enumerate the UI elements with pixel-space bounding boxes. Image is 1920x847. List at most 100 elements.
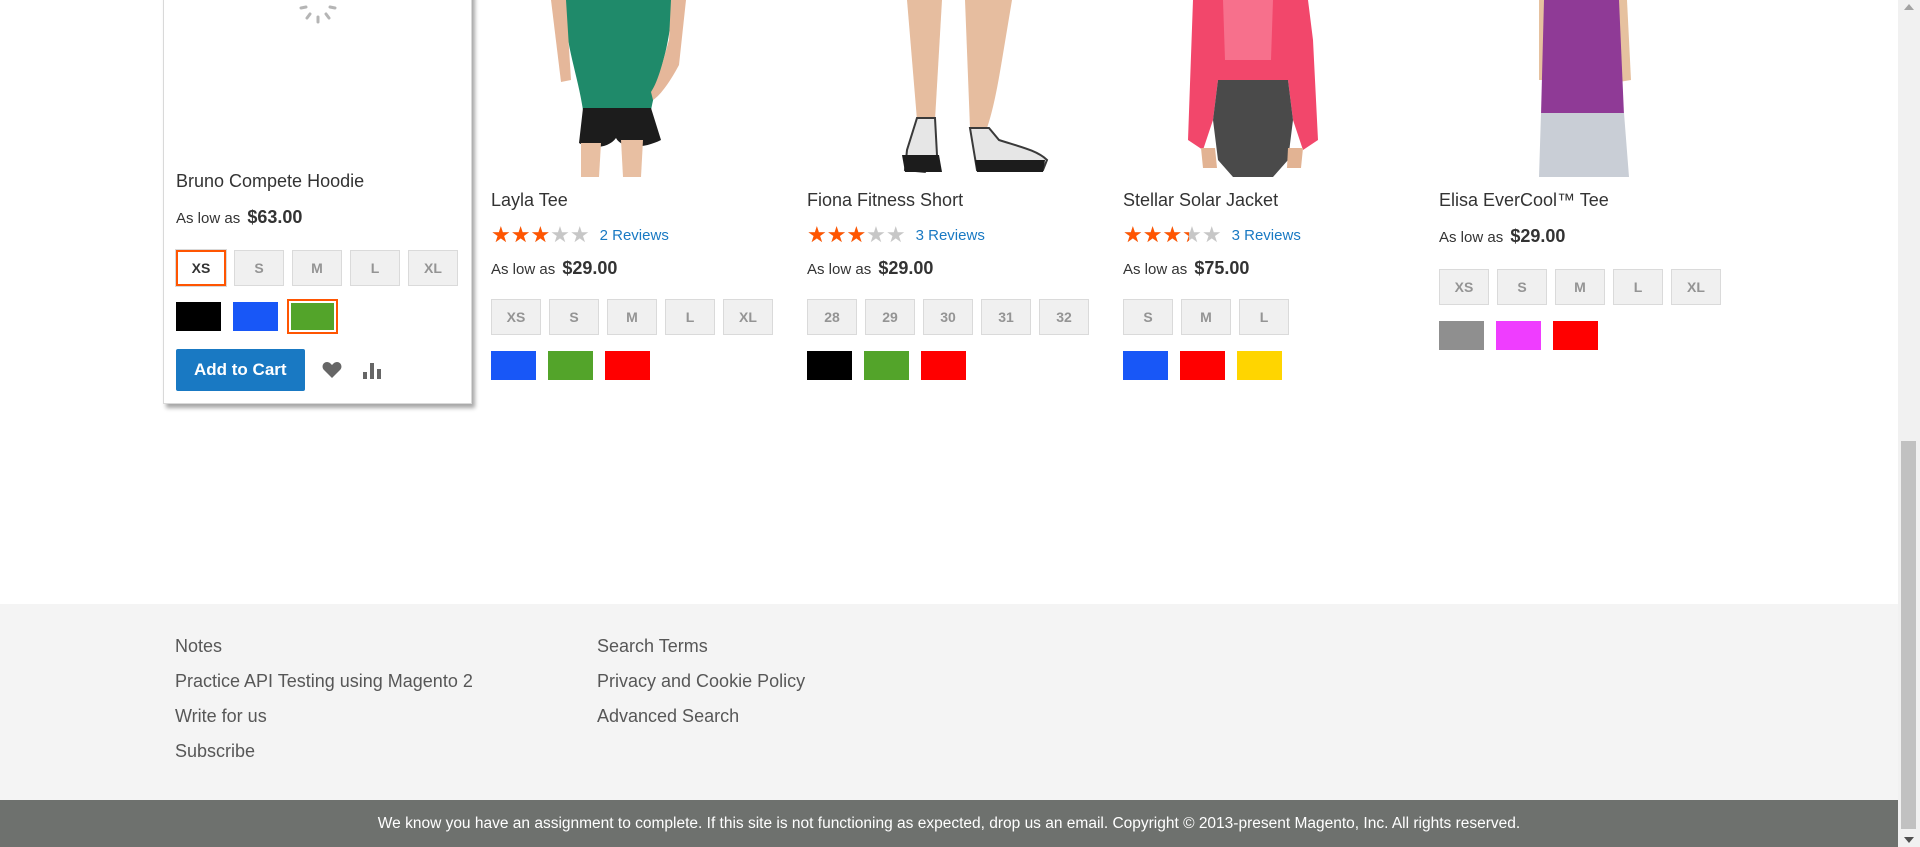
reviews-link[interactable]: 2 Reviews — [600, 227, 669, 244]
color-swatch[interactable] — [864, 351, 909, 380]
product-name[interactable]: Fiona Fitness Short — [807, 190, 1107, 214]
product-item[interactable]: Stellar Solar Jacket ★★★★★★★★★★ 3 Review… — [1123, 0, 1423, 380]
color-swatch[interactable] — [176, 302, 221, 331]
size-option[interactable]: XS — [175, 249, 227, 287]
color-swatch[interactable] — [1123, 351, 1168, 380]
footer-link[interactable]: Notes — [175, 634, 473, 669]
size-option[interactable]: M — [292, 250, 342, 286]
color-swatch[interactable] — [491, 351, 536, 380]
size-option[interactable]: L — [1613, 269, 1663, 305]
color-swatch[interactable] — [1553, 321, 1598, 350]
color-swatches — [491, 351, 791, 380]
footer-link[interactable]: Advanced Search — [597, 704, 805, 739]
size-option[interactable]: M — [607, 299, 657, 335]
product-item[interactable]: Layla Tee ★★★★★★★★★★ 2 Reviews As low as… — [491, 0, 791, 380]
loading-spinner-icon — [299, 5, 337, 24]
color-swatch[interactable] — [287, 299, 338, 334]
footer-link[interactable]: Practice API Testing using Magento 2 — [175, 669, 473, 704]
product-image[interactable] — [1439, 0, 1739, 177]
size-option[interactable]: S — [1123, 299, 1173, 335]
size-option[interactable]: S — [234, 250, 284, 286]
color-swatch[interactable] — [233, 302, 278, 331]
product-price: As low as $29.00 — [1439, 226, 1739, 247]
size-option[interactable]: S — [1497, 269, 1547, 305]
size-option[interactable]: XS — [1439, 269, 1489, 305]
color-swatches — [1123, 351, 1423, 380]
product-name[interactable]: Stellar Solar Jacket — [1123, 190, 1423, 214]
size-options: XS S M L XL — [175, 249, 476, 294]
rating: ★★★★★★★★★★ 2 Reviews — [491, 224, 791, 246]
size-option[interactable]: XL — [1671, 269, 1721, 305]
product-item[interactable]: Bruno Compete Hoodie As low as $63.00 XS… — [163, 0, 472, 404]
size-option[interactable]: 32 — [1039, 299, 1089, 335]
color-swatch[interactable] — [1496, 321, 1541, 350]
scrollbar-thumb[interactable] — [1901, 441, 1916, 829]
color-swatch[interactable] — [921, 351, 966, 380]
rating: ★★★★★★★★★★ 3 Reviews — [807, 224, 1107, 246]
color-swatch[interactable] — [548, 351, 593, 380]
reviews-link[interactable]: 3 Reviews — [916, 227, 985, 244]
product-grid: Bruno Compete Hoodie As low as $63.00 XS… — [0, 0, 1898, 604]
scroll-up-arrow-icon[interactable] — [1904, 4, 1914, 10]
vertical-scrollbar[interactable] — [1898, 0, 1920, 847]
size-option[interactable]: L — [350, 250, 400, 286]
product-actions: Add to Cart — [176, 349, 459, 391]
product-name[interactable]: Elisa EverCool™ Tee — [1439, 190, 1739, 214]
product-item[interactable]: Elisa EverCool™ Tee As low as $29.00 XS … — [1439, 0, 1739, 350]
footer-link[interactable]: Privacy and Cookie Policy — [597, 669, 805, 704]
footer-link[interactable]: Search Terms — [597, 634, 805, 669]
size-option[interactable]: 28 — [807, 299, 857, 335]
size-option[interactable]: XL — [723, 299, 773, 335]
product-name[interactable]: Layla Tee — [491, 190, 791, 214]
add-to-cart-button[interactable]: Add to Cart — [176, 349, 305, 391]
rating-stars-icon: ★★★★★★★★★★ — [807, 222, 906, 247]
size-option[interactable]: S — [549, 299, 599, 335]
color-swatch[interactable] — [807, 351, 852, 380]
copyright-bar: We know you have an assignment to comple… — [0, 800, 1898, 847]
color-swatch[interactable] — [605, 351, 650, 380]
footer-link[interactable]: Subscribe — [175, 739, 473, 774]
color-swatch[interactable] — [1439, 321, 1484, 350]
rating: ★★★★★★★★★★ 3 Reviews — [1123, 224, 1423, 246]
size-option[interactable]: M — [1555, 269, 1605, 305]
footer-links-column: Search Terms Privacy and Cookie Policy A… — [597, 634, 805, 739]
color-swatches — [807, 351, 1107, 380]
size-option[interactable]: 31 — [981, 299, 1031, 335]
page-footer: Notes Practice API Testing using Magento… — [0, 604, 1898, 800]
product-price: As low as $29.00 — [807, 258, 1107, 279]
price-prefix: As low as — [1439, 229, 1504, 246]
price-value: $75.00 — [1194, 258, 1250, 278]
size-option[interactable]: L — [665, 299, 715, 335]
product-item[interactable]: Fiona Fitness Short ★★★★★★★★★★ 3 Reviews… — [807, 0, 1107, 380]
price-prefix: As low as — [491, 261, 556, 278]
price-prefix: As low as — [1123, 261, 1188, 278]
size-option[interactable]: XL — [408, 250, 458, 286]
wishlist-heart-icon[interactable] — [319, 357, 345, 383]
size-option[interactable]: 30 — [923, 299, 973, 335]
rating-stars-icon: ★★★★★★★★★★ — [1123, 222, 1222, 247]
product-image[interactable] — [1123, 0, 1423, 177]
color-swatch[interactable] — [1237, 351, 1282, 380]
size-option[interactable]: L — [1239, 299, 1289, 335]
reviews-link[interactable]: 3 Reviews — [1232, 227, 1301, 244]
size-options: S M L — [1123, 299, 1423, 343]
size-options: XS S M L XL — [491, 299, 791, 343]
color-swatches — [176, 299, 459, 334]
product-price: As low as $29.00 — [491, 258, 791, 279]
product-image[interactable] — [807, 0, 1107, 177]
footer-link[interactable]: Write for us — [175, 704, 473, 739]
size-option[interactable]: 29 — [865, 299, 915, 335]
product-name[interactable]: Bruno Compete Hoodie — [176, 171, 459, 195]
product-image[interactable] — [176, 1, 461, 158]
scroll-down-arrow-icon[interactable] — [1904, 837, 1914, 843]
product-image[interactable] — [491, 0, 791, 177]
footer-links-column: Notes Practice API Testing using Magento… — [175, 634, 473, 774]
price-value: $29.00 — [878, 258, 934, 278]
size-option[interactable]: XS — [491, 299, 541, 335]
price-prefix: As low as — [176, 210, 241, 227]
compare-icon[interactable] — [359, 357, 385, 383]
color-swatch[interactable] — [1180, 351, 1225, 380]
size-option[interactable]: M — [1181, 299, 1231, 335]
product-price: As low as $75.00 — [1123, 258, 1423, 279]
price-value: $29.00 — [1510, 226, 1566, 246]
